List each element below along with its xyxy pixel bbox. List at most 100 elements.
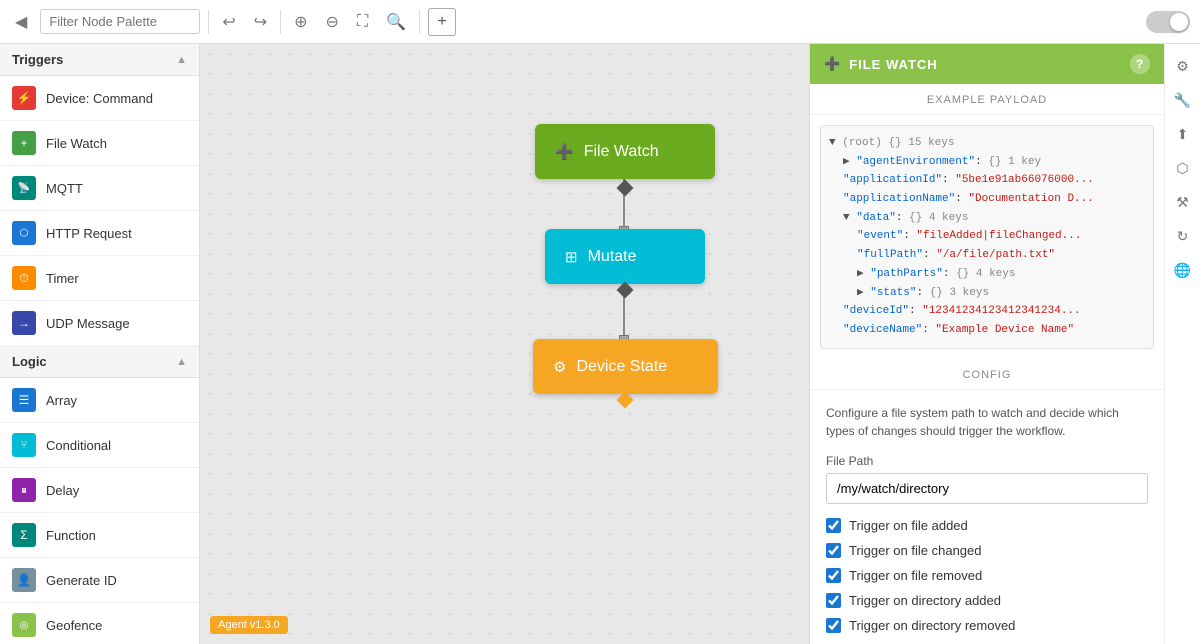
http-request-icon: ⬡: [12, 221, 36, 245]
sidebar-item-mqtt[interactable]: 📡 MQTT: [0, 166, 199, 211]
tree-path-parts[interactable]: ▶ "pathParts": {} 4 keys: [829, 265, 1145, 284]
fit-button[interactable]: ⛶: [352, 10, 373, 34]
trigger-added-checkbox[interactable]: [826, 518, 841, 533]
panel-title: FILE WATCH: [849, 57, 937, 72]
trigger-changed-checkbox[interactable]: [826, 543, 841, 558]
back-button[interactable]: ◀: [10, 9, 32, 35]
layers-icon-btn[interactable]: ⬡: [1169, 154, 1197, 182]
tree-full-path: "fullPath": "/a/file/path.txt": [829, 246, 1145, 265]
workflow-canvas[interactable]: ➕ File Watch ⊞ Mutate ⚙ Device State Age…: [200, 44, 809, 644]
sidebar-item-array[interactable]: ☰ Array: [0, 378, 199, 423]
mutate-node-icon: ⊞: [565, 248, 578, 266]
refresh-icon-btn[interactable]: ↻: [1169, 222, 1197, 250]
function-label: Function: [46, 528, 96, 543]
delay-label: Delay: [46, 483, 79, 498]
right-icon-bar: ⚙ 🔧 ⬆ ⬡ ⚒ ↻ 🌐: [1164, 44, 1200, 644]
zoom-out-button[interactable]: ⊖: [321, 9, 344, 35]
triggers-label: Triggers: [12, 52, 63, 67]
redo-button[interactable]: ↪: [249, 9, 272, 35]
connector-diamond-1: [617, 180, 634, 197]
checkbox-row-dir-added: Trigger on directory added: [826, 593, 1148, 608]
http-request-label: HTTP Request: [46, 226, 132, 241]
generate-id-label: Generate ID: [46, 573, 117, 588]
checkbox-row-changed: Trigger on file changed: [826, 543, 1148, 558]
timer-icon: ⏱: [12, 266, 36, 290]
payload-tree: ▼ (root) {} 15 keys ▶ "agentEnvironment"…: [820, 125, 1154, 349]
triggers-section-header[interactable]: Triggers ▲: [0, 44, 199, 76]
search-input[interactable]: [40, 9, 200, 34]
globe-icon-btn[interactable]: 🌐: [1169, 256, 1197, 284]
trigger-dir-added-checkbox[interactable]: [826, 593, 841, 608]
upload-icon-btn[interactable]: ⬆: [1169, 120, 1197, 148]
geofence-icon: ◎: [12, 613, 36, 637]
divider-1: [208, 10, 209, 34]
wrench-icon-btn[interactable]: ⚒: [1169, 188, 1197, 216]
config-body: Configure a file system path to watch an…: [810, 390, 1164, 644]
agent-badge: Agent v1.3.0: [210, 616, 288, 634]
panel-header-icon: ➕: [824, 56, 841, 72]
toggle-area: [1146, 11, 1190, 33]
sidebar-item-function[interactable]: Σ Function: [0, 513, 199, 558]
tree-agent-env[interactable]: ▶ "agentEnvironment": {} 1 key: [829, 153, 1145, 172]
device-state-node[interactable]: ⚙ Device State: [533, 339, 718, 394]
trigger-dir-removed-label[interactable]: Trigger on directory removed: [849, 618, 1015, 633]
tree-device-id: "deviceId": "12341234123412341234...: [829, 302, 1145, 321]
function-icon: Σ: [12, 523, 36, 547]
tree-event: "event": "fileAdded|fileChanged...: [829, 227, 1145, 246]
checkbox-row-removed: Trigger on file removed: [826, 568, 1148, 583]
conditional-icon: ⑂: [12, 433, 36, 457]
settings-icon-btn[interactable]: ⚙: [1169, 52, 1197, 80]
triggers-chevron: ▲: [176, 54, 187, 66]
add-button[interactable]: +: [428, 8, 456, 36]
zoom-in-button[interactable]: ⊕: [289, 9, 312, 35]
sidebar-item-geofence[interactable]: ◎ Geofence: [0, 603, 199, 644]
mutate-node-label: Mutate: [588, 248, 637, 266]
tree-device-name: "deviceName": "Example Device Name": [829, 321, 1145, 340]
logic-section-header[interactable]: Logic ▲: [0, 346, 199, 378]
trigger-dir-removed-checkbox[interactable]: [826, 618, 841, 633]
trigger-removed-checkbox[interactable]: [826, 568, 841, 583]
divider-2: [280, 10, 281, 34]
file-path-input[interactable]: [826, 473, 1148, 504]
logic-chevron: ▲: [176, 356, 187, 368]
trigger-dir-added-label[interactable]: Trigger on directory added: [849, 593, 1001, 608]
udp-message-label: UDP Message: [46, 316, 130, 331]
divider-3: [419, 10, 420, 34]
checkbox-row-dir-removed: Trigger on directory removed: [826, 618, 1148, 633]
sidebar-item-generate-id[interactable]: 👤 Generate ID: [0, 558, 199, 603]
sidebar-item-timer[interactable]: ⏱ Timer: [0, 256, 199, 301]
tree-data[interactable]: ▼ "data": {} 4 keys: [829, 209, 1145, 228]
device-command-label: Device: Command: [46, 91, 153, 106]
sidebar-item-conditional[interactable]: ⑂ Conditional: [0, 423, 199, 468]
device-state-node-label: Device State: [576, 358, 667, 376]
config-desc: Configure a file system path to watch an…: [826, 404, 1148, 440]
toggle-switch[interactable]: [1146, 11, 1190, 33]
sidebar-item-file-watch[interactable]: + File Watch: [0, 121, 199, 166]
checkbox-row-added: Trigger on file added: [826, 518, 1148, 533]
connector-diamond-2: [617, 282, 634, 299]
trigger-changed-label[interactable]: Trigger on file changed: [849, 543, 982, 558]
connector-diamond-3: [617, 392, 634, 409]
trigger-added-label[interactable]: Trigger on file added: [849, 518, 968, 533]
example-payload-label: EXAMPLE PAYLOAD: [810, 84, 1164, 115]
file-watch-node-label: File Watch: [584, 143, 659, 161]
sidebar-item-udp-message[interactable]: → UDP Message: [0, 301, 199, 346]
generate-id-icon: 👤: [12, 568, 36, 592]
sidebar-item-delay[interactable]: ⏸ Delay: [0, 468, 199, 513]
mutate-node[interactable]: ⊞ Mutate: [545, 229, 705, 284]
mqtt-label: MQTT: [46, 181, 83, 196]
tree-app-id: "applicationId": "5be1e91ab66076000...: [829, 171, 1145, 190]
search-button[interactable]: 🔍: [381, 9, 411, 35]
tree-root: ▼ (root) {} 15 keys: [829, 134, 1145, 153]
undo-button[interactable]: ↩: [217, 9, 240, 35]
device-command-icon: ⚡: [12, 86, 36, 110]
tree-stats[interactable]: ▶ "stats": {} 3 keys: [829, 284, 1145, 303]
sidebar-item-device-command[interactable]: ⚡ Device: Command: [0, 76, 199, 121]
file-watch-node[interactable]: ➕ File Watch: [535, 124, 715, 179]
array-label: Array: [46, 393, 77, 408]
logic-label: Logic: [12, 354, 47, 369]
tool-icon-btn[interactable]: 🔧: [1169, 86, 1197, 114]
sidebar-item-http-request[interactable]: ⬡ HTTP Request: [0, 211, 199, 256]
trigger-removed-label[interactable]: Trigger on file removed: [849, 568, 982, 583]
help-button[interactable]: ?: [1130, 54, 1150, 74]
